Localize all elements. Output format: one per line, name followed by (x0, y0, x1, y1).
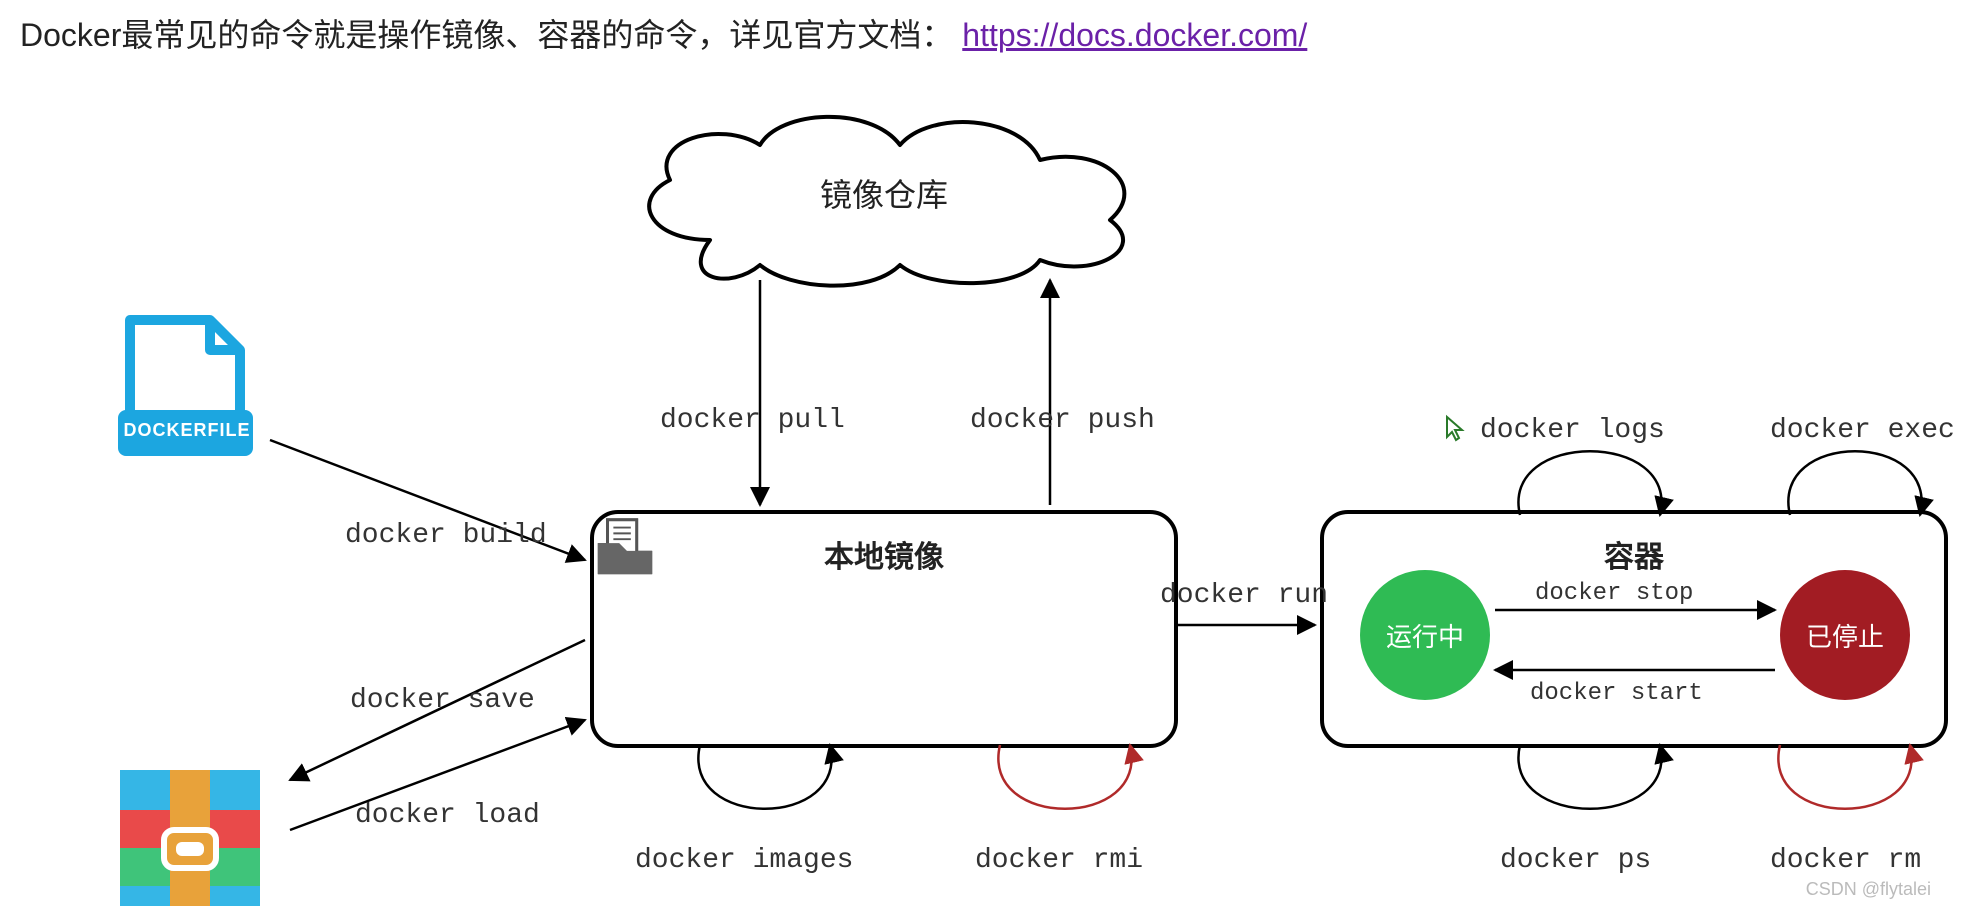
cmd-exec: docker exec (1770, 415, 1955, 446)
cmd-ps: docker ps (1500, 845, 1651, 876)
cmd-rm: docker rm (1770, 845, 1921, 876)
watermark: CSDN @flytalei (1806, 879, 1931, 900)
cmd-push: docker push (970, 405, 1155, 436)
cmd-images: docker images (635, 845, 853, 876)
diagram-arrows (0, 0, 1961, 910)
cmd-start: docker start (1530, 680, 1703, 707)
cmd-logs: docker logs (1480, 415, 1665, 446)
cmd-run: docker run (1160, 580, 1328, 611)
cmd-load: docker load (355, 800, 540, 831)
cmd-rmi: docker rmi (975, 845, 1143, 876)
cmd-save: docker save (350, 685, 535, 716)
cmd-build: docker build (345, 520, 547, 551)
cmd-pull: docker pull (660, 405, 845, 436)
cmd-stop: docker stop (1535, 580, 1693, 607)
